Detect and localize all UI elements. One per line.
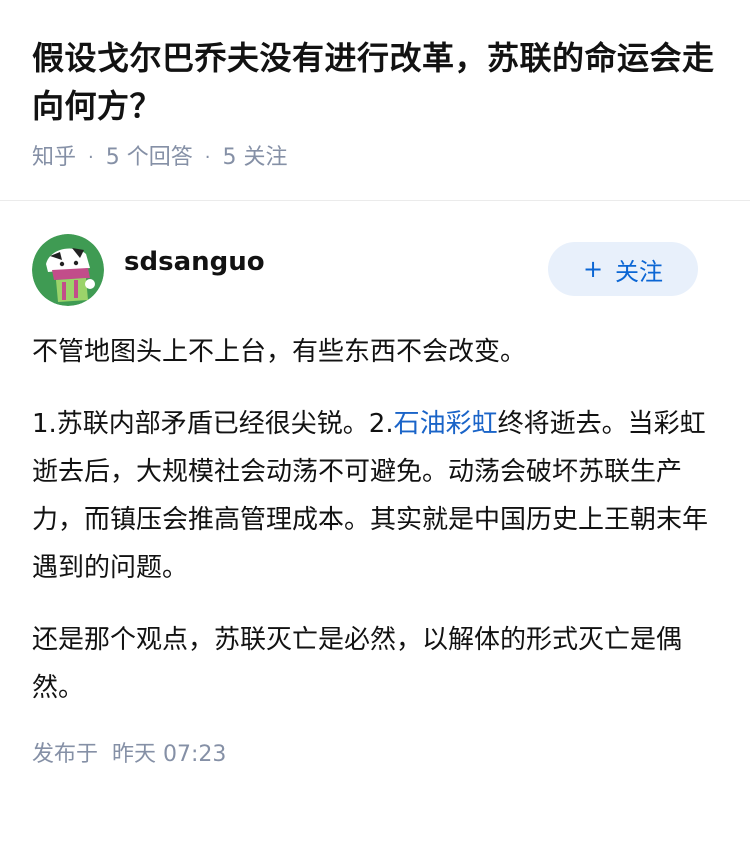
publish-time: 发布于 昨天 07:23 bbox=[32, 736, 718, 768]
publish-prefix: 发布于 bbox=[32, 742, 99, 767]
oil-rainbow-link[interactable]: 石油彩虹 bbox=[394, 409, 498, 439]
answers-count[interactable]: 5 个回答 bbox=[106, 142, 193, 174]
question-header: 假设戈尔巴乔夫没有进行改革，苏联的命运会走向何方？ 知乎 · 5 个回答 · 5… bbox=[0, 0, 750, 172]
meta-separator: · bbox=[204, 147, 211, 168]
meta-separator: · bbox=[88, 147, 94, 168]
publish-time-value: 昨天 07:23 bbox=[112, 742, 227, 767]
plus-icon: + bbox=[582, 255, 604, 283]
answer-paragraph: 不管地图头上不上台，有些东西不会改变。 bbox=[32, 328, 718, 376]
follow-button-label: 关注 bbox=[615, 257, 664, 286]
header-divider bbox=[0, 200, 750, 201]
author-row: sdsanguo + 关注 bbox=[32, 234, 718, 306]
answer-paragraph: 还是那个观点，苏联灭亡是必然，以解体的形式灭亡是偶然。 bbox=[32, 616, 718, 712]
answer-paragraph: 1.苏联内部矛盾已经很尖锐。2.石油彩虹终将逝去。当彩虹逝去后，大规模社会动荡不… bbox=[32, 400, 718, 592]
question-title[interactable]: 假设戈尔巴乔夫没有进行改革，苏联的命运会走向何方？ bbox=[32, 34, 718, 130]
followers-count[interactable]: 5 关注 bbox=[222, 142, 287, 174]
paragraph-text: 1.苏联内部矛盾已经很尖锐。2. bbox=[32, 409, 394, 439]
author-name[interactable]: sdsanguo bbox=[124, 247, 265, 277]
paragraph-text: 还是那个观点，苏联灭亡是必然，以解体的形式灭亡是偶然。 bbox=[32, 625, 683, 703]
avatar-cartoon-icon[interactable] bbox=[32, 234, 104, 306]
question-meta: 知乎 · 5 个回答 · 5 关注 bbox=[32, 142, 718, 174]
paragraph-text: 不管地图头上不上台，有些东西不会改变。 bbox=[32, 337, 527, 367]
answer-card: sdsanguo + 关注 不管地图头上不上台，有些东西不会改变。 1.苏联内部… bbox=[0, 234, 750, 768]
source-label[interactable]: 知乎 bbox=[32, 142, 76, 174]
follow-button[interactable]: + 关注 bbox=[548, 242, 698, 296]
answer-body: 不管地图头上不上台，有些东西不会改变。 1.苏联内部矛盾已经很尖锐。2.石油彩虹… bbox=[32, 328, 718, 712]
